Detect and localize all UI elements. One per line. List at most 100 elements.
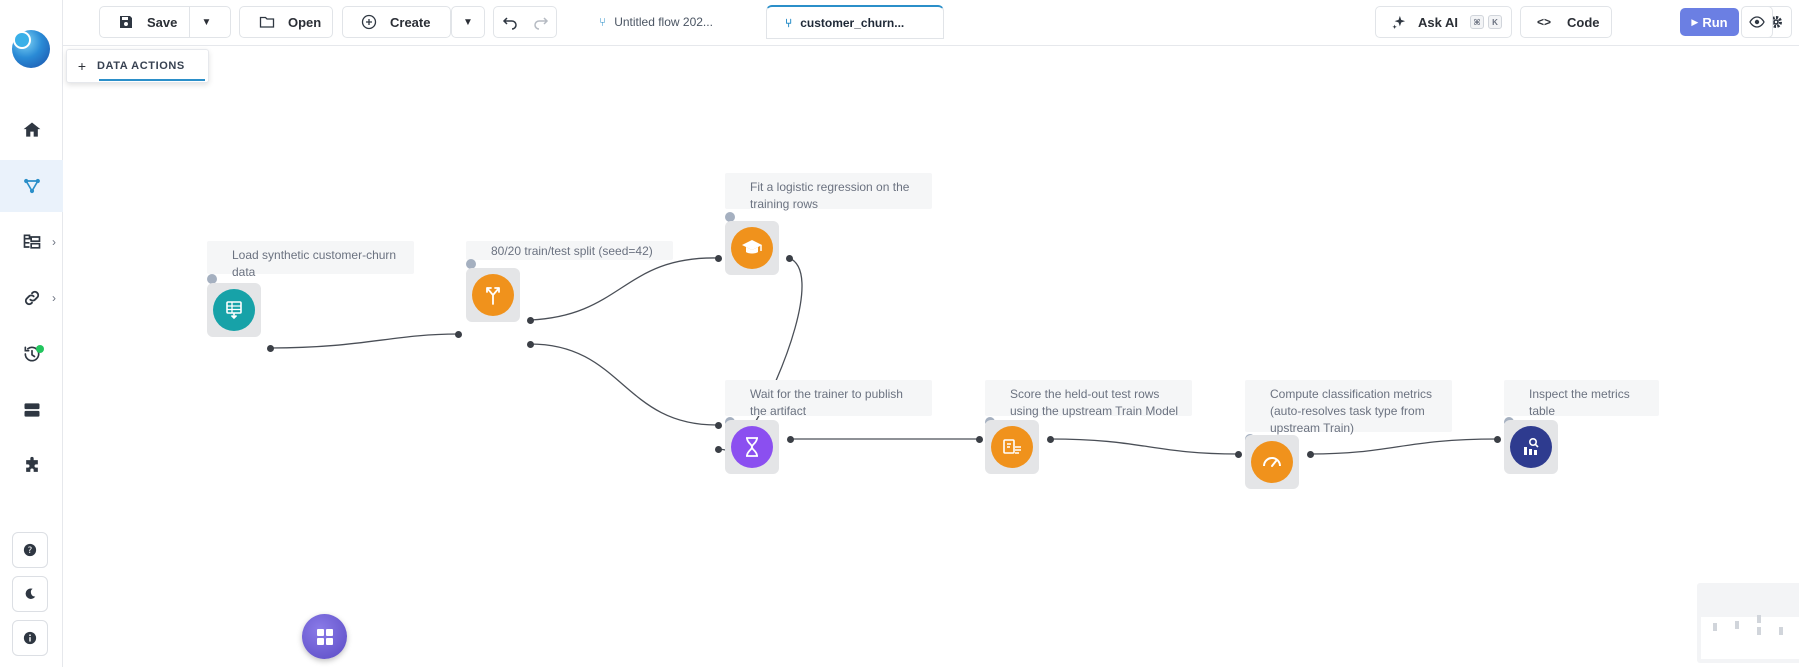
tab-label: customer_churn...: [800, 15, 905, 30]
node-output-port[interactable]: [787, 436, 794, 443]
save-dropdown[interactable]: ▼: [189, 7, 223, 37]
eye-icon: [1749, 16, 1765, 28]
node-icon-circle: [472, 274, 514, 316]
code-icon: <>: [1537, 15, 1552, 29]
open-button[interactable]: Open: [239, 6, 333, 38]
edge-score-to-metrics[interactable]: [1049, 438, 1239, 455]
edge-metrics-to-inspect[interactable]: [1309, 438, 1498, 455]
node-input-connector[interactable]: [715, 422, 722, 429]
split-icon: [486, 287, 500, 305]
node-input-connector[interactable]: [976, 436, 983, 443]
edge-load-to-split[interactable]: [269, 333, 459, 349]
flow-canvas[interactable]: Load synthetic customer-churn data 80/20…: [63, 46, 1799, 667]
node-output-port[interactable]: [267, 345, 274, 352]
node-input-connector[interactable]: [715, 255, 722, 262]
node-load-data[interactable]: [207, 283, 261, 337]
node-input-connector[interactable]: [1235, 451, 1242, 458]
node-output-port[interactable]: [786, 255, 793, 262]
preview-button[interactable]: [1741, 6, 1773, 38]
toolbar: Save ▼ Open Create ▼ ⑂ Untitled flow 202…: [63, 0, 1799, 46]
shortcut-hint: ⌘ K: [1466, 15, 1502, 29]
minimap[interactable]: [1697, 583, 1799, 663]
help-button[interactable]: ?: [12, 532, 48, 568]
run-label: Run: [1702, 14, 1728, 30]
info-button[interactable]: [12, 620, 48, 656]
create-button[interactable]: Create: [342, 6, 451, 38]
hourglass-icon: [746, 437, 758, 457]
table-import-icon: [226, 301, 242, 320]
plus-circle-icon: [361, 14, 377, 30]
code-label: Code: [1567, 14, 1600, 30]
sidebar-item-flows[interactable]: [0, 160, 63, 212]
node-icon-circle: [1510, 426, 1552, 468]
home-icon: [23, 122, 40, 137]
sidebar-item-files[interactable]: ›: [0, 216, 63, 268]
theme-toggle-button[interactable]: [12, 576, 48, 612]
sidebar-item-connections[interactable]: ›: [0, 272, 63, 324]
minimap-viewport[interactable]: [1701, 615, 1799, 659]
node-note: Fit a logistic regression on the trainin…: [725, 173, 932, 211]
node-output-port-test[interactable]: [527, 341, 534, 348]
save-button[interactable]: Save ▼: [99, 6, 231, 38]
node-wait-for-trainer[interactable]: [725, 420, 779, 474]
minimap-node: [1757, 615, 1761, 623]
redo-button[interactable]: [525, 14, 556, 30]
sparkle-icon: [1392, 15, 1406, 29]
node-input-connector[interactable]: [455, 331, 462, 338]
minimap-node: [1735, 621, 1739, 629]
ask-ai-label: Ask AI: [1418, 14, 1458, 30]
sidebar-item-storage[interactable]: [0, 384, 63, 436]
node-input-connector[interactable]: [1494, 436, 1501, 443]
chart-inspect-icon: [1524, 437, 1539, 455]
sidebar: › › ?: [0, 0, 63, 667]
edges-layer: [269, 257, 1498, 455]
open-label: Open: [288, 14, 322, 30]
sidebar-item-extensions[interactable]: [0, 440, 63, 492]
undo-button[interactable]: [494, 14, 525, 30]
caret-down-icon: ▼: [201, 16, 212, 28]
info-icon: [23, 631, 37, 645]
gauge-icon: [1263, 457, 1281, 467]
edge-split-to-train[interactable]: [529, 257, 719, 321]
svg-text:?: ?: [28, 546, 33, 556]
node-note: Inspect the metrics table: [1504, 380, 1659, 418]
kbd-cmd: ⌘: [1469, 15, 1484, 29]
app-logo: [12, 30, 50, 68]
run-button[interactable]: ▶ Run: [1680, 8, 1739, 36]
node-note: Wait for the trainer to publish the arti…: [725, 380, 932, 418]
node-icon-circle: [731, 227, 773, 269]
sidebar-item-history[interactable]: [0, 328, 63, 380]
flow-icon: ⑂: [599, 15, 607, 29]
undo-icon: [502, 17, 517, 30]
folder-tree-icon: [23, 234, 40, 249]
node-train-model[interactable]: [725, 221, 779, 275]
node-output-port-train[interactable]: [527, 317, 534, 324]
caret-down-icon: ▼: [463, 16, 473, 28]
create-label: Create: [390, 14, 431, 30]
node-icon-circle: [213, 289, 255, 331]
play-icon: ▶: [1691, 16, 1699, 27]
node-input-connector[interactable]: [715, 446, 722, 453]
apps-fab-button[interactable]: [302, 614, 347, 659]
node-output-port[interactable]: [1047, 436, 1054, 443]
node-evaluate-model[interactable]: [1245, 435, 1299, 489]
link-icon: [24, 290, 39, 306]
node-note: Compute classification metrics (auto-res…: [1245, 380, 1452, 435]
save-label: Save: [147, 14, 178, 30]
node-output-port[interactable]: [1307, 451, 1314, 458]
node-inspect-metrics[interactable]: [1504, 420, 1558, 474]
node-train-test-split[interactable]: [466, 268, 520, 322]
create-dropdown[interactable]: ▼: [451, 6, 485, 38]
floppy-disk-icon: [120, 16, 132, 28]
edge-split-to-wait[interactable]: [529, 343, 719, 426]
help-icon: ?: [23, 543, 37, 557]
tab-customer-churn[interactable]: ⑂ customer_churn...: [766, 5, 944, 39]
chevron-right-icon: ›: [52, 291, 56, 305]
score-icon: [1003, 439, 1021, 454]
redo-icon: [533, 17, 548, 30]
ask-ai-button[interactable]: Ask AI ⌘ K: [1375, 6, 1512, 38]
sidebar-item-home[interactable]: [0, 104, 63, 156]
code-button[interactable]: <> Code: [1520, 6, 1612, 38]
node-score-model[interactable]: [985, 420, 1039, 474]
tab-untitled-flow[interactable]: ⑂ Untitled flow 202...: [581, 6, 759, 38]
